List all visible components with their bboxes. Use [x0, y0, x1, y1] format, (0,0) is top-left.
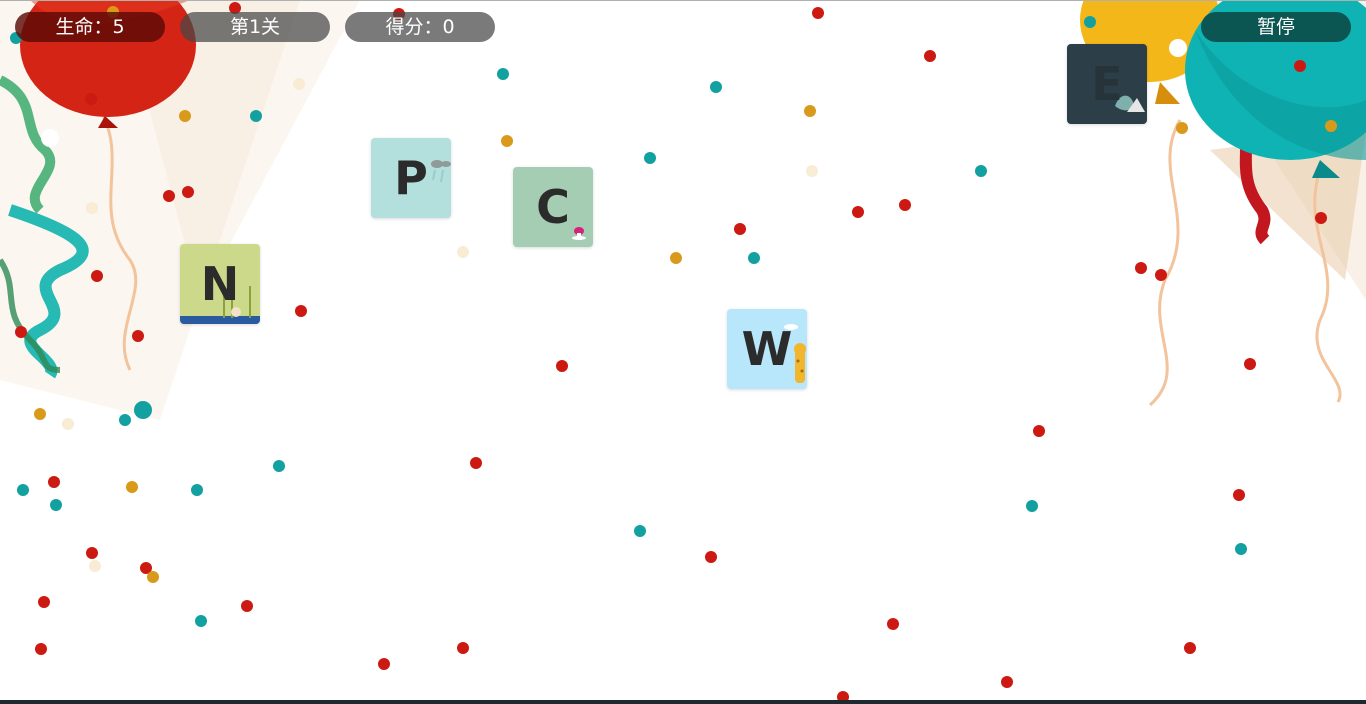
confetti-dot [1294, 60, 1306, 72]
confetti-dot [34, 408, 46, 420]
confetti-dot [1235, 543, 1247, 555]
confetti-dot [634, 525, 646, 537]
confetti-dot [86, 547, 98, 559]
score-counter: 得分：0 [345, 12, 495, 42]
confetti-dot [182, 186, 194, 198]
confetti-dot [38, 596, 50, 608]
confetti-dot [1315, 212, 1327, 224]
confetti-dot [191, 484, 203, 496]
pause-button[interactable]: 暂停 [1201, 12, 1351, 42]
confetti-dot [195, 615, 207, 627]
confetti-dot [17, 484, 29, 496]
confetti-dot [295, 305, 307, 317]
confetti-dot [85, 93, 97, 105]
confetti-dot [812, 7, 824, 19]
confetti-dot [250, 110, 262, 122]
confetti-dot [1033, 425, 1045, 437]
confetti-dot [1184, 642, 1196, 654]
confetti-dot [556, 360, 568, 372]
level-indicator: 第1关 [180, 12, 330, 42]
confetti-dot [15, 326, 27, 338]
confetti-dot [1026, 500, 1038, 512]
letter-tile-c[interactable]: C [513, 167, 593, 247]
tile-letter: C [536, 180, 570, 234]
confetti-dot [804, 105, 816, 117]
confetti-dot [91, 270, 103, 282]
tile-letter: P [394, 151, 428, 205]
confetti-dot [293, 78, 305, 90]
top-border [0, 0, 1366, 1]
confetti-dot [748, 252, 760, 264]
confetti-dot [89, 560, 101, 572]
confetti-dot [35, 643, 47, 655]
confetti-dot [50, 499, 62, 511]
confetti-dot [241, 600, 253, 612]
confetti-dot [1233, 489, 1245, 501]
confetti-dot [497, 68, 509, 80]
confetti-dot [48, 476, 60, 488]
confetti-dot [501, 135, 513, 147]
confetti-dot [179, 110, 191, 122]
confetti-dot [86, 202, 98, 214]
confetti-dot [470, 457, 482, 469]
confetti-dot [1176, 122, 1188, 134]
confetti-dot [1001, 676, 1013, 688]
bottom-edge [0, 700, 1366, 704]
confetti-dot [1084, 16, 1096, 28]
tile-letter: N [200, 257, 240, 311]
confetti-dot [119, 414, 131, 426]
confetti-dot [924, 50, 936, 62]
confetti-dot [710, 81, 722, 93]
letter-tile-w[interactable]: W [727, 309, 807, 389]
letter-tile-p[interactable]: P [371, 138, 451, 218]
confetti-dot [887, 618, 899, 630]
party-background [0, 0, 1366, 703]
confetti-dot [163, 190, 175, 202]
tile-letter: W [741, 322, 793, 376]
confetti-dot [126, 481, 138, 493]
confetti-dot [644, 152, 656, 164]
confetti-dot [899, 199, 911, 211]
confetti-dot [1135, 262, 1147, 274]
confetti-dot [705, 551, 717, 563]
confetti-dot [62, 418, 74, 430]
tile-letter: E [1091, 57, 1123, 111]
confetti-dot [273, 460, 285, 472]
letter-tile-e[interactable]: E [1067, 44, 1147, 124]
confetti-dot [1244, 358, 1256, 370]
confetti-dot [806, 165, 818, 177]
confetti-dot [1155, 269, 1167, 281]
lives-counter: 生命：5 [15, 12, 165, 42]
confetti-dot [457, 642, 469, 654]
confetti-dot [734, 223, 746, 235]
confetti-dot [670, 252, 682, 264]
confetti-dot [457, 246, 469, 258]
confetti-dot [132, 330, 144, 342]
confetti-dot [378, 658, 390, 670]
confetti-dot [852, 206, 864, 218]
letter-tile-n[interactable]: N [180, 244, 260, 324]
confetti-dot [975, 165, 987, 177]
confetti-dot [1325, 120, 1337, 132]
confetti-dot [134, 401, 152, 419]
confetti-dot [147, 571, 159, 583]
